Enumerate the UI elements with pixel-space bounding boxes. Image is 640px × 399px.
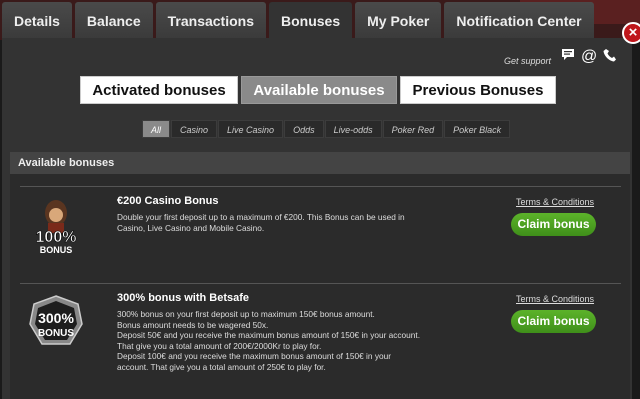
bonus-type-tabs: Activated bonuses Available bonuses Prev… — [80, 76, 556, 104]
claim-bonus-button[interactable]: Claim bonus — [511, 213, 596, 236]
close-button[interactable]: × — [622, 22, 640, 44]
filter-live-casino[interactable]: Live Casino — [218, 120, 284, 138]
filter-poker-red[interactable]: Poker Red — [382, 120, 444, 138]
bonus-description: 300% bonus on your first deposit up to m… — [117, 309, 422, 373]
tab-bonuses[interactable]: Bonuses — [269, 2, 353, 40]
filter-live-odds[interactable]: Live-odds — [324, 120, 382, 138]
section-title: Available bonuses — [10, 152, 630, 174]
phone-icon[interactable] — [602, 48, 617, 67]
available-bonuses-section: Available bonuses 100% BONUS €200 Casino… — [10, 152, 630, 399]
description-line: Deposit 100€ and you receive the maximum… — [117, 351, 391, 372]
bonus-300-logo: 300% BONUS — [29, 295, 83, 345]
email-at-icon[interactable]: @ — [581, 48, 597, 67]
terms-and-conditions-link[interactable]: Terms & Conditions — [516, 197, 594, 207]
chat-icon[interactable] — [560, 48, 575, 67]
svg-text:BONUS: BONUS — [38, 328, 74, 339]
description-line: Double your first deposit up to a maximu… — [117, 212, 405, 233]
tab-available-bonuses[interactable]: Available bonuses — [241, 76, 397, 104]
tab-notification-center[interactable]: Notification Center — [444, 2, 594, 40]
bonus-filters: All Casino Live Casino Odds Live-odds Po… — [142, 120, 511, 138]
support-icons: @ — [560, 48, 617, 67]
tab-my-poker[interactable]: My Poker — [355, 2, 442, 40]
filter-odds[interactable]: Odds — [284, 120, 324, 138]
bonus-item: 100% BONUS €200 Casino Bonus Double your… — [20, 187, 621, 282]
svg-text:100%: 100% — [36, 229, 77, 246]
filter-poker-black[interactable]: Poker Black — [444, 120, 511, 138]
description-line: 300% bonus on your first deposit up to m… — [117, 309, 375, 319]
filter-all[interactable]: All — [142, 120, 171, 138]
account-tabs: Details Balance Transactions Bonuses My … — [2, 2, 597, 40]
description-line: Deposit 50€ and you receive the maximum … — [117, 330, 421, 351]
bonus-description: Double your first deposit up to a maximu… — [117, 212, 422, 233]
svg-text:300%: 300% — [38, 310, 74, 326]
claim-bonus-button[interactable]: Claim bonus — [511, 310, 596, 333]
tab-balance[interactable]: Balance — [74, 2, 153, 40]
bonus-100-logo: 100% BONUS — [35, 200, 77, 255]
description-line: Bonus amount needs to be wagered 50x. — [117, 319, 269, 330]
bonus-title: 300% bonus with Betsafe — [117, 292, 250, 304]
tab-transactions[interactable]: Transactions — [155, 2, 266, 40]
svg-text:BONUS: BONUS — [40, 245, 73, 255]
filter-casino[interactable]: Casino — [171, 120, 218, 138]
tab-previous-bonuses[interactable]: Previous Bonuses — [400, 76, 556, 104]
bonus-title: €200 Casino Bonus — [117, 195, 219, 207]
tab-details[interactable]: Details — [2, 2, 72, 40]
get-support-label[interactable]: Get support — [504, 56, 551, 66]
bonus-item: 300% BONUS 300% bonus with Betsafe 300% … — [20, 284, 621, 399]
terms-and-conditions-link[interactable]: Terms & Conditions — [516, 294, 594, 304]
tab-activated-bonuses[interactable]: Activated bonuses — [80, 76, 238, 104]
